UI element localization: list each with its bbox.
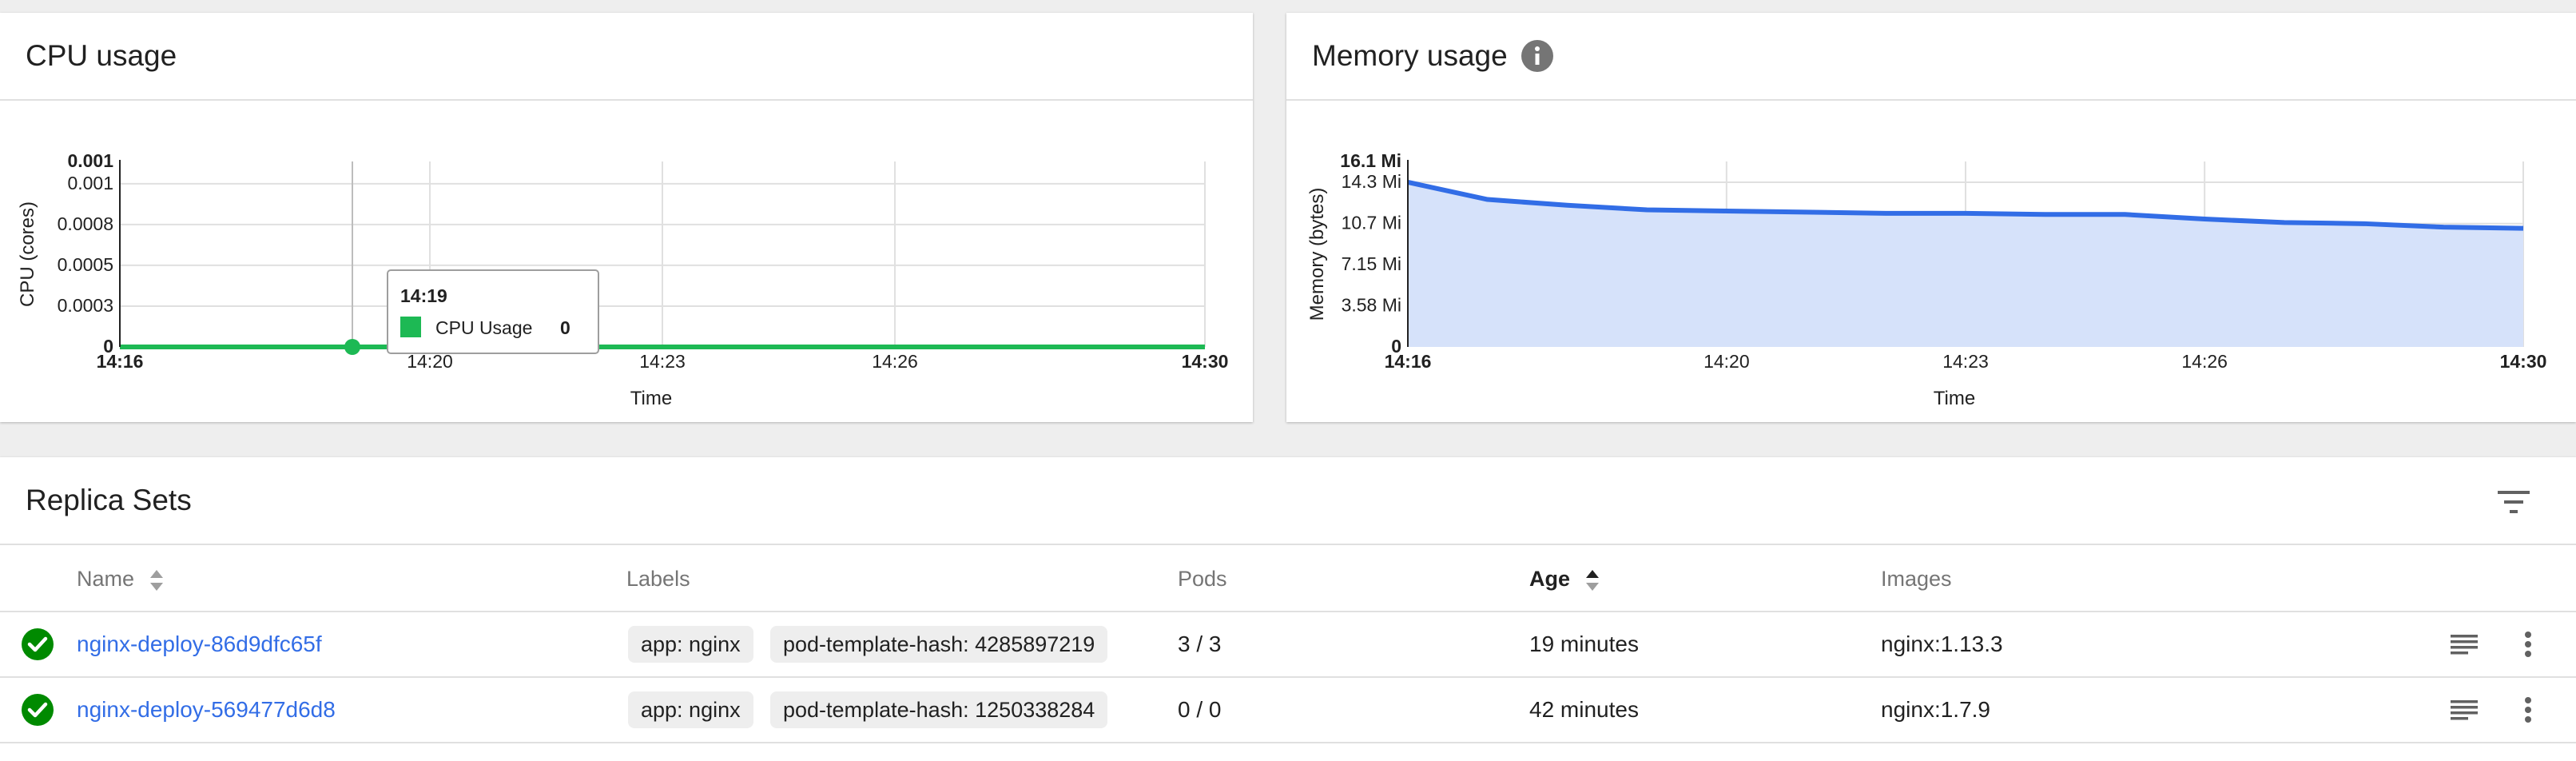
x-tick-label: 14:26: [872, 351, 918, 372]
pods-count: 0 / 0: [1178, 697, 1222, 722]
sort-icon[interactable]: [149, 568, 165, 592]
tooltip-time: 14:19: [400, 285, 447, 306]
check-circle-icon: [22, 694, 54, 726]
column-name-label: Name: [77, 567, 135, 591]
replica-set-name-link[interactable]: nginx-deploy-86d9dfc65f: [77, 612, 322, 676]
y-tick-label: 0.001: [67, 173, 113, 193]
image-value: nginx:1.7.9: [1881, 697, 1990, 722]
x-tick-label: 14:26: [2181, 351, 2228, 372]
filter-icon[interactable]: [2496, 486, 2531, 518]
table-row: nginx-deploy-569477d6d8 app: nginx pod-t…: [0, 678, 2576, 743]
tooltip-box: [387, 269, 599, 354]
y-tick-label: 0.0003: [58, 295, 113, 316]
more-vert-icon[interactable]: [2512, 628, 2544, 660]
pods-count: 3 / 3: [1178, 632, 1222, 656]
info-icon[interactable]: [1521, 39, 1554, 73]
hover-point: [344, 339, 360, 355]
more-vert-icon[interactable]: [2512, 694, 2544, 726]
label-chip: pod-template-hash: 1250338284: [770, 691, 1108, 728]
check-circle-icon: [22, 628, 54, 660]
label-chip: app: nginx: [628, 691, 753, 728]
x-tick-label: 14:20: [1703, 351, 1750, 372]
cpu-chart[interactable]: 00.00030.00050.00080.0010.00114:16 14:20 1…: [0, 102, 1253, 422]
cpu-card-title: CPU usage: [26, 39, 177, 72]
column-header-pods: Pods: [1178, 567, 1227, 591]
column-age-label: Age: [1529, 567, 1571, 591]
age-value: 19 minutes: [1529, 632, 1639, 656]
x-axis-label: Time: [630, 388, 672, 409]
x-tick-label: 14:30: [1182, 351, 1229, 372]
cpu-card-header: CPU usage: [0, 13, 1253, 101]
x-tick-label: 14:23: [1942, 351, 1989, 372]
column-header-images: Images: [1881, 567, 1952, 591]
column-header-name[interactable]: Name: [77, 547, 165, 611]
y-tick-label: 7.15 Mi: [1342, 253, 1401, 274]
replica-sets-card: Replica Sets Name Labels Pods Age Images: [0, 457, 2576, 761]
table-header: Name Labels Pods Age Images: [0, 547, 2576, 612]
x-tick-label: 14:23: [639, 351, 686, 372]
tooltip-series-name: CPU Usage: [435, 317, 532, 338]
y-tick-label: 0.0008: [58, 213, 113, 234]
y-tick-label: 0.0005: [58, 254, 113, 275]
sort-ascending-icon[interactable]: [1584, 568, 1600, 592]
label-chip: pod-template-hash: 4285897219: [770, 626, 1108, 663]
x-tick-label: 14:16: [97, 351, 144, 372]
x-axis-label: Time: [1934, 388, 1975, 409]
column-header-age[interactable]: Age: [1529, 547, 1600, 611]
logs-icon[interactable]: [2448, 694, 2480, 726]
y-tick-label: 3.58 Mi: [1342, 294, 1401, 315]
cpu-usage-card: CPU usage 0 0.0003 0.0005 0.0008 0.001 0.001 1…: [0, 13, 1253, 422]
memory-card-header: Memory usage: [1286, 13, 2576, 101]
image-value: nginx:1.13.3: [1881, 632, 2003, 656]
table-row: nginx-deploy-86d9dfc65f app: nginx pod-t…: [0, 612, 2576, 678]
logs-icon[interactable]: [2448, 628, 2480, 660]
label-chip: app: nginx: [628, 626, 753, 663]
tooltip-swatch: [400, 317, 421, 337]
column-header-labels: Labels: [626, 567, 690, 591]
replica-set-name-link[interactable]: nginx-deploy-569477d6d8: [77, 678, 336, 742]
x-tick-label: 14:16: [1385, 351, 1432, 372]
memory-usage-card: Memory usage 0 3.58 Mi 7.15 Mi 10.7 Mi 14.3 …: [1286, 13, 2576, 422]
replica-sets-header: Replica Sets: [0, 457, 2576, 545]
x-tick-label: 14:30: [2500, 351, 2547, 372]
memory-chart[interactable]: 03.58 Mi7.15 Mi10.7 Mi14.3 Mi16.1 Mi14:1…: [1286, 102, 2576, 422]
replica-sets-title: Replica Sets: [26, 484, 192, 516]
age-value: 42 minutes: [1529, 697, 1639, 722]
y-tick-label: 14.3 Mi: [1342, 171, 1401, 192]
y-axis-label: CPU (cores): [17, 201, 38, 307]
tooltip-value: 0: [560, 317, 570, 338]
y-tick-label: 16.1 Mi: [1340, 150, 1401, 171]
y-tick-label: 10.7 Mi: [1342, 213, 1401, 233]
y-axis-label: Memory (bytes): [1306, 188, 1328, 321]
y-tick-label: 0.001: [67, 150, 113, 171]
memory-card-title: Memory usage: [1312, 39, 1508, 72]
